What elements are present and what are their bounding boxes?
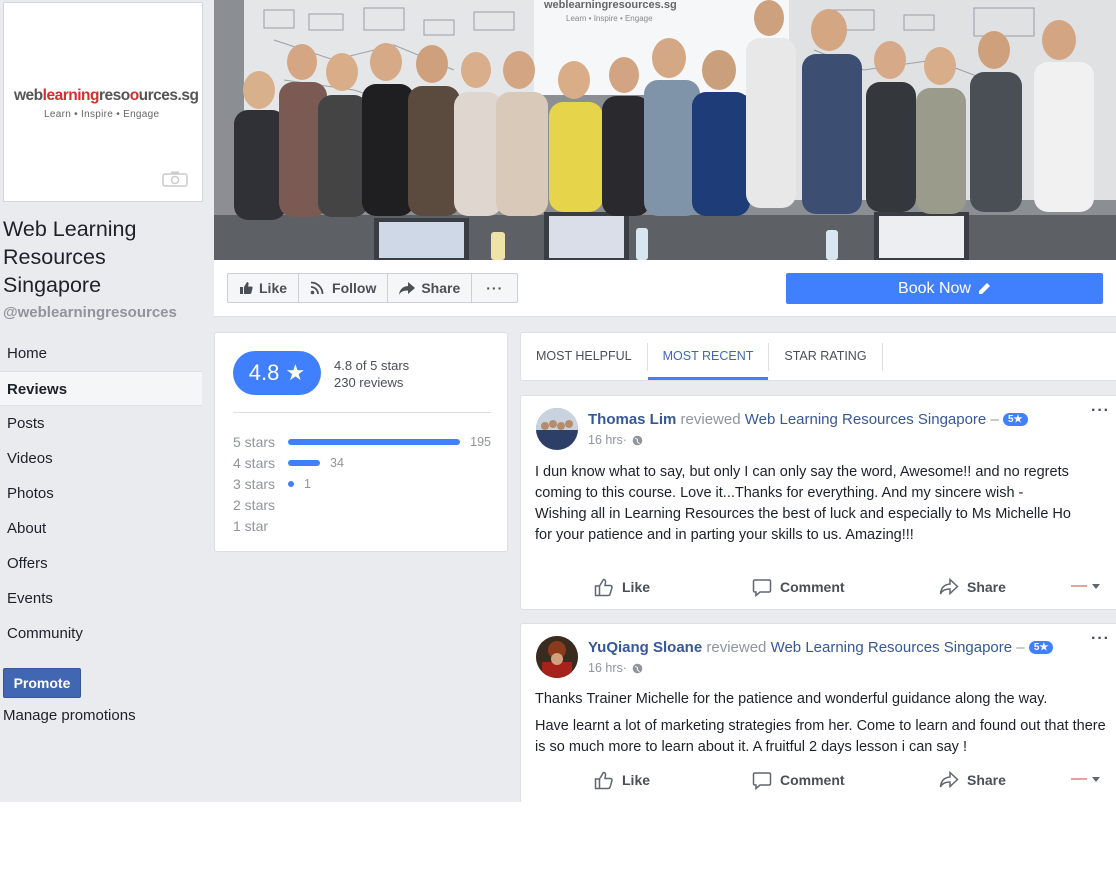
thumbs-up-icon bbox=[240, 282, 253, 294]
globe-icon bbox=[632, 435, 643, 445]
reviewed-page-link[interactable]: Web Learning Resources Singapore bbox=[745, 411, 987, 428]
post-share-button[interactable]: Share bbox=[939, 578, 1006, 596]
profile-picture[interactable]: weblearningresoources.sg Learn • Inspire… bbox=[3, 2, 203, 202]
promote-button[interactable]: Promote bbox=[3, 668, 81, 698]
svg-text:Learn • Inspire • Engage: Learn • Inspire • Engage bbox=[566, 14, 653, 23]
review-timestamp[interactable]: 16 hrs · bbox=[588, 661, 643, 675]
comment-icon bbox=[752, 771, 772, 790]
rss-icon bbox=[310, 281, 324, 295]
rating-bar-3 bbox=[288, 480, 294, 487]
rating-row-3[interactable]: 3 stars 1 bbox=[233, 473, 491, 494]
follow-page-button[interactable]: Follow bbox=[299, 274, 389, 302]
rating-distribution: 5 stars 195 4 stars 34 3 stars 1 2 stars 1 … bbox=[233, 431, 491, 536]
avatar[interactable] bbox=[536, 636, 578, 678]
post-action-bar: Like Comment Share bbox=[521, 765, 1116, 795]
share-arrow-icon bbox=[399, 281, 416, 295]
chevron-down-icon bbox=[1071, 777, 1100, 782]
divider bbox=[233, 412, 491, 413]
brand-logo: weblearningresoources.sg bbox=[14, 87, 199, 104]
share-arrow-icon bbox=[939, 578, 959, 596]
facebook-page: weblearningresoources.sg Learn • Inspire… bbox=[0, 0, 1116, 802]
comment-icon bbox=[752, 578, 772, 597]
sidebar-item-community[interactable]: Community bbox=[0, 616, 202, 651]
rating-row-1[interactable]: 1 star bbox=[233, 515, 491, 536]
manage-promotions-link[interactable]: Manage promotions bbox=[3, 707, 136, 724]
rating-bar-5 bbox=[287, 438, 461, 445]
rating-summary: 4.8 of 5 stars 230 reviews bbox=[334, 357, 409, 391]
pencil-icon bbox=[978, 282, 990, 294]
post-share-button[interactable]: Share bbox=[939, 771, 1006, 789]
page-actions-group: Like Follow Share ··· bbox=[227, 273, 519, 303]
rating-score-badge: 4.8 ★ bbox=[233, 351, 321, 395]
sidebar-item-videos[interactable]: Videos bbox=[0, 441, 202, 476]
more-options-icon[interactable]: ··· bbox=[1091, 630, 1110, 648]
sidebar-item-home[interactable]: Home bbox=[0, 336, 202, 371]
avatar-image bbox=[536, 636, 578, 678]
review-header: Thomas Lim reviewed Web Learning Resourc… bbox=[588, 411, 1028, 428]
camera-icon[interactable] bbox=[162, 171, 188, 187]
rating-summary-card: 4.8 ★ 4.8 of 5 stars 230 reviews 5 stars… bbox=[214, 332, 508, 552]
share-page-button[interactable]: Share bbox=[388, 274, 473, 302]
post-comment-button[interactable]: Comment bbox=[752, 578, 845, 597]
tab-divider bbox=[881, 343, 883, 371]
svg-text:weblearningresources.sg: weblearningresources.sg bbox=[543, 0, 677, 11]
share-arrow-icon bbox=[939, 771, 959, 789]
reaction-selector[interactable] bbox=[1071, 582, 1103, 592]
reviewed-verb: reviewed bbox=[706, 639, 767, 656]
sidebar-item-photos[interactable]: Photos bbox=[0, 476, 202, 511]
reaction-selector[interactable] bbox=[1071, 775, 1103, 785]
more-options-button[interactable]: ··· bbox=[472, 274, 517, 302]
review-count[interactable]: 230 reviews bbox=[334, 374, 409, 391]
sidebar-item-events[interactable]: Events bbox=[0, 581, 202, 616]
more-options-icon[interactable]: ··· bbox=[1091, 402, 1110, 420]
thumbs-up-icon bbox=[594, 771, 613, 789]
tab-star-rating[interactable]: Star Rating bbox=[769, 333, 881, 380]
thumbs-up-icon bbox=[594, 578, 613, 596]
rating-out-of: 4.8 of 5 stars bbox=[334, 358, 410, 373]
sidebar-item-about[interactable]: About bbox=[0, 511, 202, 546]
page-handle[interactable]: @weblearningresources bbox=[3, 304, 177, 321]
dash: – bbox=[1016, 639, 1025, 656]
reviewed-verb: reviewed bbox=[680, 411, 741, 428]
review-sort-tabs: Most Helpful Most Recent Star Rating bbox=[520, 332, 1116, 381]
like-page-button[interactable]: Like bbox=[228, 274, 300, 302]
tab-most-helpful[interactable]: Most Helpful bbox=[521, 333, 647, 380]
sidebar-item-reviews[interactable]: Reviews bbox=[0, 371, 202, 406]
sidebar-item-offers[interactable]: Offers bbox=[0, 546, 202, 581]
tab-most-recent[interactable]: Most Recent bbox=[647, 333, 769, 380]
book-now-button[interactable]: Book Now bbox=[786, 273, 1103, 304]
sidebar-nav: Home Reviews Posts Videos Photos About O… bbox=[0, 336, 202, 651]
page-action-bar: Like Follow Share ··· Book Now bbox=[214, 260, 1116, 317]
brand-tagline: Learn • Inspire • Engage bbox=[44, 109, 160, 120]
avatar[interactable] bbox=[536, 408, 578, 450]
review-timestamp[interactable]: 16 hrs · bbox=[588, 433, 643, 447]
star-badge: 5★ bbox=[1028, 641, 1054, 654]
rating-row-5[interactable]: 5 stars 195 bbox=[233, 431, 491, 452]
post-action-bar: Like Comment Share bbox=[521, 572, 1116, 602]
sidebar-item-posts[interactable]: Posts bbox=[0, 406, 202, 441]
reviewed-page-link[interactable]: Web Learning Resources Singapore bbox=[771, 639, 1013, 656]
star-badge: 5★ bbox=[1002, 413, 1028, 426]
post-like-button[interactable]: Like bbox=[594, 578, 650, 597]
review-text: Thanks Trainer Michelle for the patience… bbox=[535, 691, 1106, 755]
reviewer-name[interactable]: YuQiang Sloane bbox=[588, 639, 702, 656]
review-text: I dun know what to say, but only I can o… bbox=[535, 464, 1071, 543]
chevron-down-icon bbox=[1071, 584, 1100, 589]
dash: – bbox=[990, 411, 999, 428]
page-title: Web Learning Resources Singapore bbox=[3, 217, 137, 297]
cover-photo-image: weblearningresources.sg Learn • Inspire … bbox=[214, 0, 1116, 260]
globe-icon bbox=[632, 663, 643, 673]
rating-bar-4 bbox=[288, 459, 320, 466]
rating-row-2[interactable]: 2 stars bbox=[233, 494, 491, 515]
review-post: Thomas Lim reviewed Web Learning Resourc… bbox=[520, 395, 1116, 610]
post-comment-button[interactable]: Comment bbox=[752, 771, 845, 790]
reviewer-name[interactable]: Thomas Lim bbox=[588, 411, 676, 428]
cover-photo[interactable]: weblearningresources.sg Learn • Inspire … bbox=[214, 0, 1116, 260]
post-like-button[interactable]: Like bbox=[594, 771, 650, 790]
review-header: YuQiang Sloane reviewed Web Learning Res… bbox=[588, 639, 1054, 656]
rating-row-4[interactable]: 4 stars 34 bbox=[233, 452, 491, 473]
avatar-image bbox=[536, 408, 578, 450]
review-post: YuQiang Sloane reviewed Web Learning Res… bbox=[520, 623, 1116, 802]
